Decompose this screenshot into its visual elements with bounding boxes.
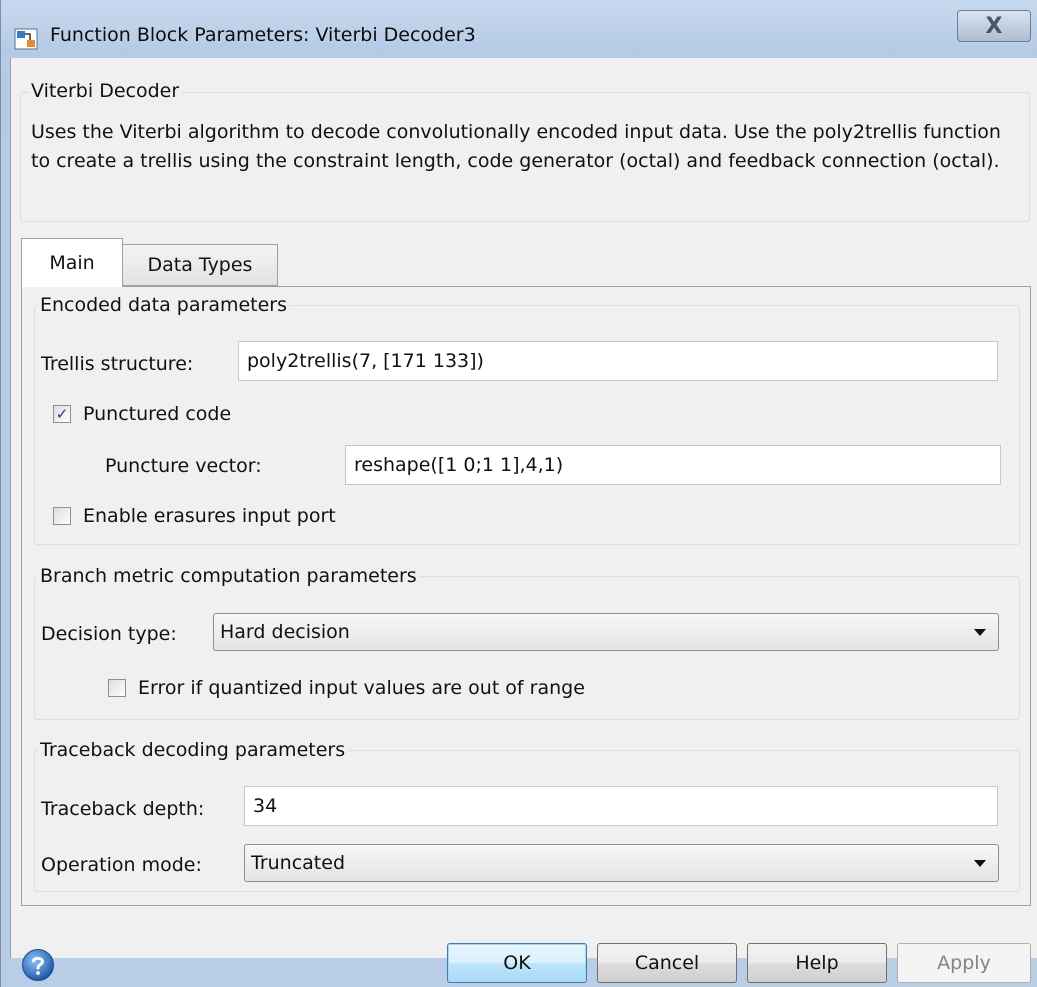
enable-erasures-checkbox[interactable] xyxy=(53,507,71,525)
encoded-data-group-title: Encoded data parameters xyxy=(38,293,291,317)
traceback-depth-input[interactable] xyxy=(244,786,998,826)
block-description: Uses the Viterbi algorithm to decode con… xyxy=(31,121,1001,172)
description-group-title: Viterbi Decoder xyxy=(29,79,183,103)
branch-metric-group-title: Branch metric computation parameters xyxy=(38,564,420,588)
help-button[interactable]: Help xyxy=(747,943,887,983)
check-icon: ✓ xyxy=(55,404,69,423)
trellis-structure-label: Trellis structure: xyxy=(41,353,194,375)
puncture-vector-label: Puncture vector: xyxy=(105,455,262,477)
traceback-group-title: Traceback decoding parameters xyxy=(38,738,349,762)
tab-main[interactable]: Main xyxy=(21,238,123,287)
decision-type-label: Decision type: xyxy=(41,623,177,645)
cancel-button-label: Cancel xyxy=(634,952,700,974)
close-icon: X xyxy=(985,13,1003,39)
ok-button-label: OK xyxy=(503,952,531,974)
cancel-button[interactable]: Cancel xyxy=(597,943,737,983)
traceback-depth-label: Traceback depth: xyxy=(41,798,205,820)
error-out-of-range-label: Error if quantized input values are out … xyxy=(138,677,585,699)
punctured-code-checkbox[interactable]: ✓ xyxy=(53,405,71,423)
dialog-window: Function Block Parameters: Viterbi Decod… xyxy=(0,0,1037,987)
chevron-down-icon xyxy=(974,629,986,636)
punctured-code-label: Punctured code xyxy=(83,403,232,425)
error-out-of-range-checkbox[interactable] xyxy=(108,679,126,697)
tab-data-types-label: Data Types xyxy=(147,254,253,276)
help-question-icon[interactable] xyxy=(21,948,55,982)
ok-button[interactable]: OK xyxy=(447,943,587,983)
operation-mode-label: Operation mode: xyxy=(41,854,202,876)
trellis-structure-input[interactable] xyxy=(238,341,998,381)
tab-main-label: Main xyxy=(49,252,95,274)
simulink-block-icon xyxy=(14,28,38,50)
chevron-down-icon xyxy=(974,860,986,867)
decision-type-value: Hard decision xyxy=(220,621,350,643)
title-bar[interactable]: Function Block Parameters: Viterbi Decod… xyxy=(1,0,1037,58)
apply-button-label: Apply xyxy=(937,952,991,974)
operation-mode-dropdown[interactable]: Truncated xyxy=(244,844,999,882)
window-title: Function Block Parameters: Viterbi Decod… xyxy=(50,24,476,46)
operation-mode-value: Truncated xyxy=(251,852,345,874)
enable-erasures-label: Enable erasures input port xyxy=(83,505,336,527)
close-button[interactable]: X xyxy=(957,10,1031,42)
tab-data-types[interactable]: Data Types xyxy=(123,244,278,286)
apply-button[interactable]: Apply xyxy=(897,943,1031,983)
help-button-label: Help xyxy=(795,952,839,974)
decision-type-dropdown[interactable]: Hard decision xyxy=(213,613,999,651)
puncture-vector-input[interactable] xyxy=(345,445,1001,485)
